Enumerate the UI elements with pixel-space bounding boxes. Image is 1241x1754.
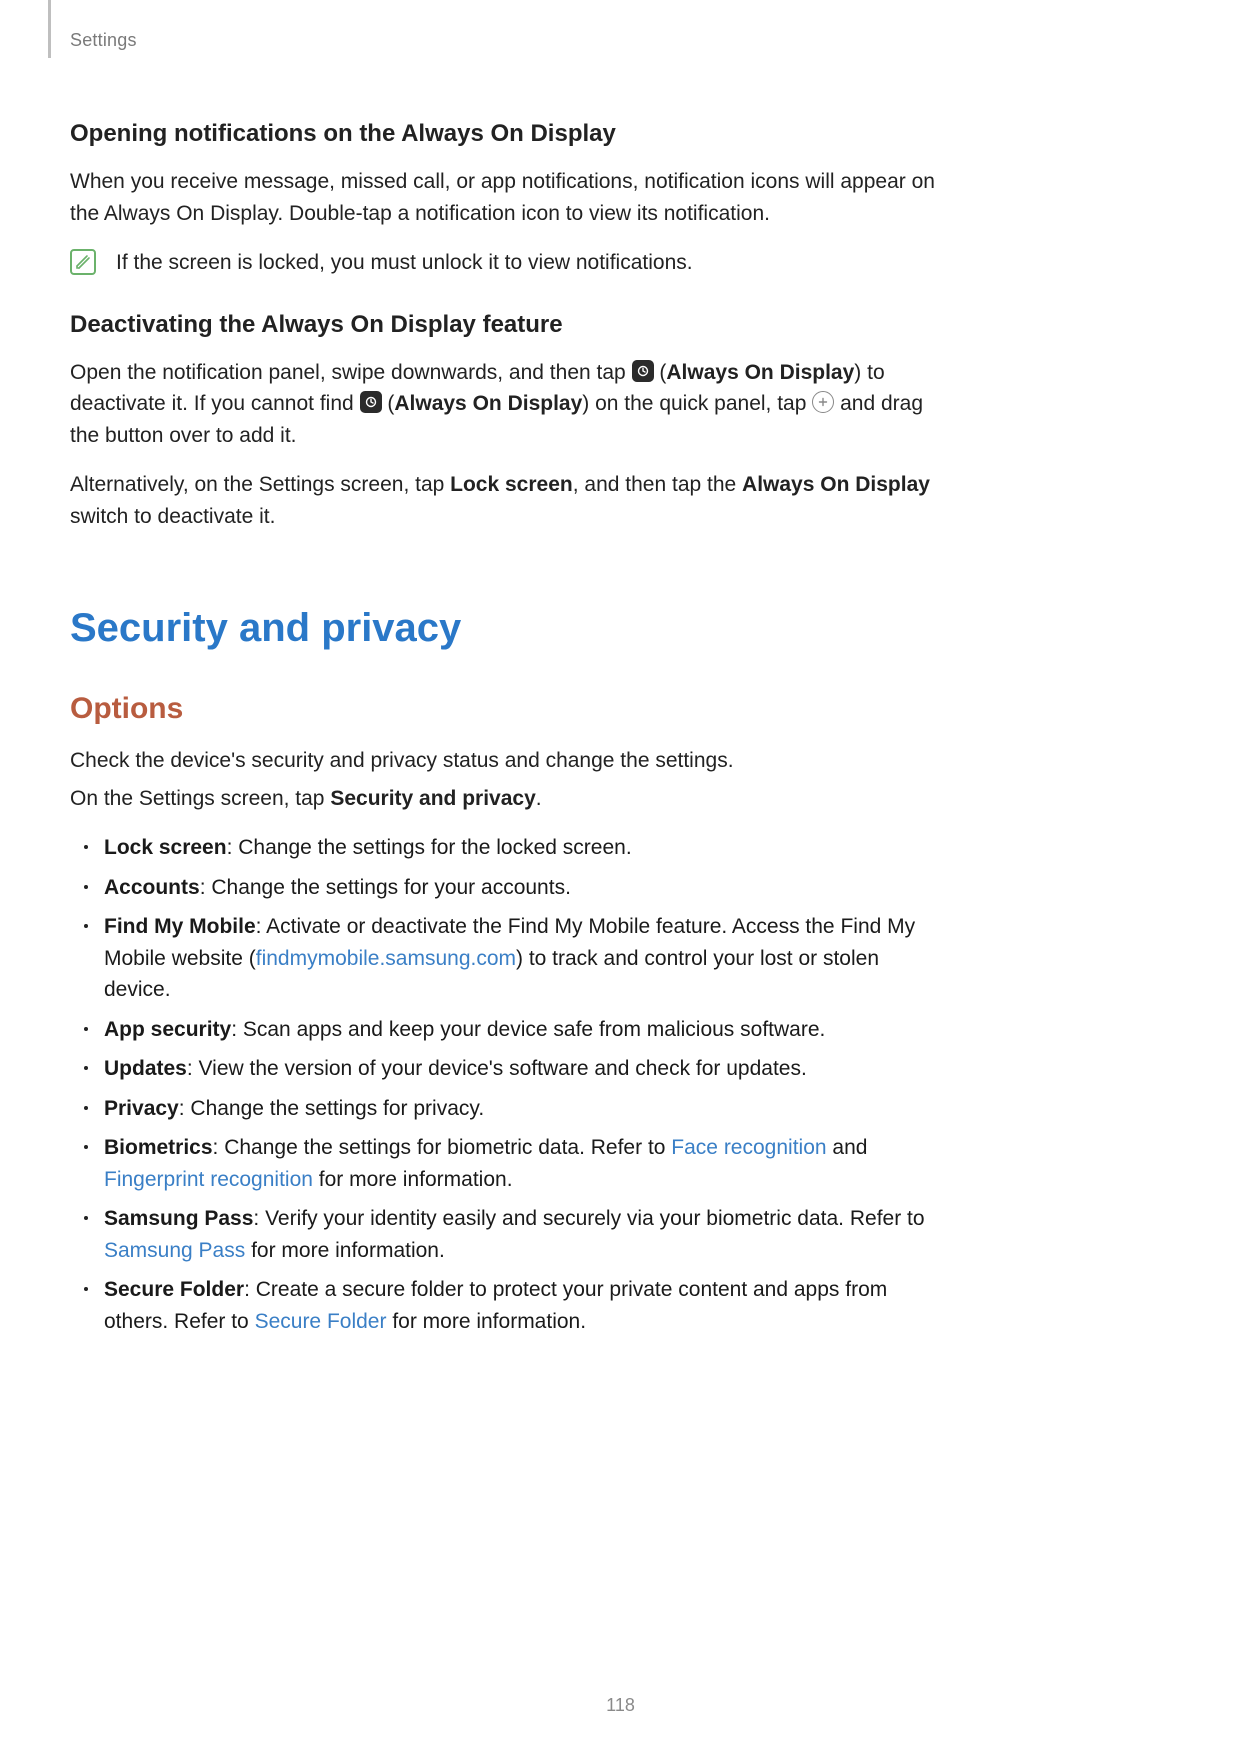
text: ) on the quick panel, tap: [582, 392, 812, 415]
options-intro-1: Check the device's security and privacy …: [70, 745, 950, 777]
item-text: : Change the settings for privacy.: [179, 1097, 484, 1120]
item-label: App security: [104, 1018, 231, 1041]
link-samsung-pass[interactable]: Samsung Pass: [104, 1239, 245, 1262]
header-section-label: Settings: [70, 30, 137, 51]
item-text: : Change the settings for the locked scr…: [227, 836, 632, 859]
bold-aod-1: Always On Display: [666, 361, 854, 384]
text: Alternatively, on the Settings screen, t…: [70, 473, 450, 496]
plus-circle-icon: [812, 391, 834, 413]
note-text: If the screen is locked, you must unlock…: [116, 247, 693, 279]
list-item: App security: Scan apps and keep your de…: [70, 1014, 950, 1046]
text: , and then tap the: [573, 473, 742, 496]
bold-security-privacy: Security and privacy: [330, 787, 535, 810]
options-intro-2: On the Settings screen, tap Security and…: [70, 783, 950, 815]
para-deactivate-1: Open the notification panel, swipe downw…: [70, 357, 950, 452]
item-label: Lock screen: [104, 836, 227, 859]
link-secure-folder[interactable]: Secure Folder: [255, 1310, 387, 1333]
page-content: Opening notifications on the Always On D…: [70, 116, 950, 1337]
list-item: Secure Folder: Create a secure folder to…: [70, 1274, 950, 1337]
item-text: : Change the settings for your accounts.: [200, 876, 571, 899]
heading-security-privacy: Security and privacy: [70, 598, 950, 658]
item-label: Find My Mobile: [104, 915, 256, 938]
heading-deactivating-aod: Deactivating the Always On Display featu…: [70, 307, 950, 343]
link-fingerprint-recognition[interactable]: Fingerprint recognition: [104, 1168, 313, 1191]
always-on-display-icon: [632, 360, 654, 382]
text: On the Settings screen, tap: [70, 787, 330, 810]
text: switch to deactivate it.: [70, 505, 275, 528]
list-item: Biometrics: Change the settings for biom…: [70, 1132, 950, 1195]
text: .: [536, 787, 542, 810]
item-text: for more information.: [313, 1168, 513, 1191]
item-label: Samsung Pass: [104, 1207, 253, 1230]
para-deactivate-2: Alternatively, on the Settings screen, t…: [70, 469, 950, 532]
item-text: : View the version of your device's soft…: [187, 1057, 807, 1080]
note-icon: [70, 249, 96, 275]
page-number: 118: [0, 1695, 1241, 1716]
item-label: Privacy: [104, 1097, 179, 1120]
text: Open the notification panel, swipe downw…: [70, 361, 632, 384]
item-label: Secure Folder: [104, 1278, 244, 1301]
list-item: Privacy: Change the settings for privacy…: [70, 1093, 950, 1125]
list-item: Updates: View the version of your device…: [70, 1053, 950, 1085]
item-text: for more information.: [386, 1310, 586, 1333]
item-label: Updates: [104, 1057, 187, 1080]
item-text: : Verify your identity easily and secure…: [253, 1207, 924, 1230]
bold-aod-switch: Always On Display: [742, 473, 930, 496]
note-row: If the screen is locked, you must unlock…: [70, 247, 950, 279]
heading-options: Options: [70, 686, 950, 731]
list-item: Lock screen: Change the settings for the…: [70, 832, 950, 864]
item-label: Biometrics: [104, 1136, 213, 1159]
list-item: Accounts: Change the settings for your a…: [70, 872, 950, 904]
heading-opening-notifications: Opening notifications on the Always On D…: [70, 116, 950, 152]
item-text: for more information.: [245, 1239, 445, 1262]
item-text: and: [827, 1136, 868, 1159]
bold-aod-2: Always On Display: [394, 392, 582, 415]
link-findmymobile[interactable]: findmymobile.samsung.com: [256, 947, 516, 970]
item-text: : Change the settings for biometric data…: [213, 1136, 672, 1159]
item-text: : Scan apps and keep your device safe fr…: [231, 1018, 825, 1041]
options-list: Lock screen: Change the settings for the…: [70, 832, 950, 1337]
list-item: Find My Mobile: Activate or deactivate t…: [70, 911, 950, 1006]
bold-lockscreen: Lock screen: [450, 473, 573, 496]
header-separator: [48, 0, 51, 58]
list-item: Samsung Pass: Verify your identity easil…: [70, 1203, 950, 1266]
link-face-recognition[interactable]: Face recognition: [671, 1136, 826, 1159]
item-label: Accounts: [104, 876, 200, 899]
always-on-display-icon: [360, 391, 382, 413]
para-opening-notifications: When you receive message, missed call, o…: [70, 166, 950, 229]
